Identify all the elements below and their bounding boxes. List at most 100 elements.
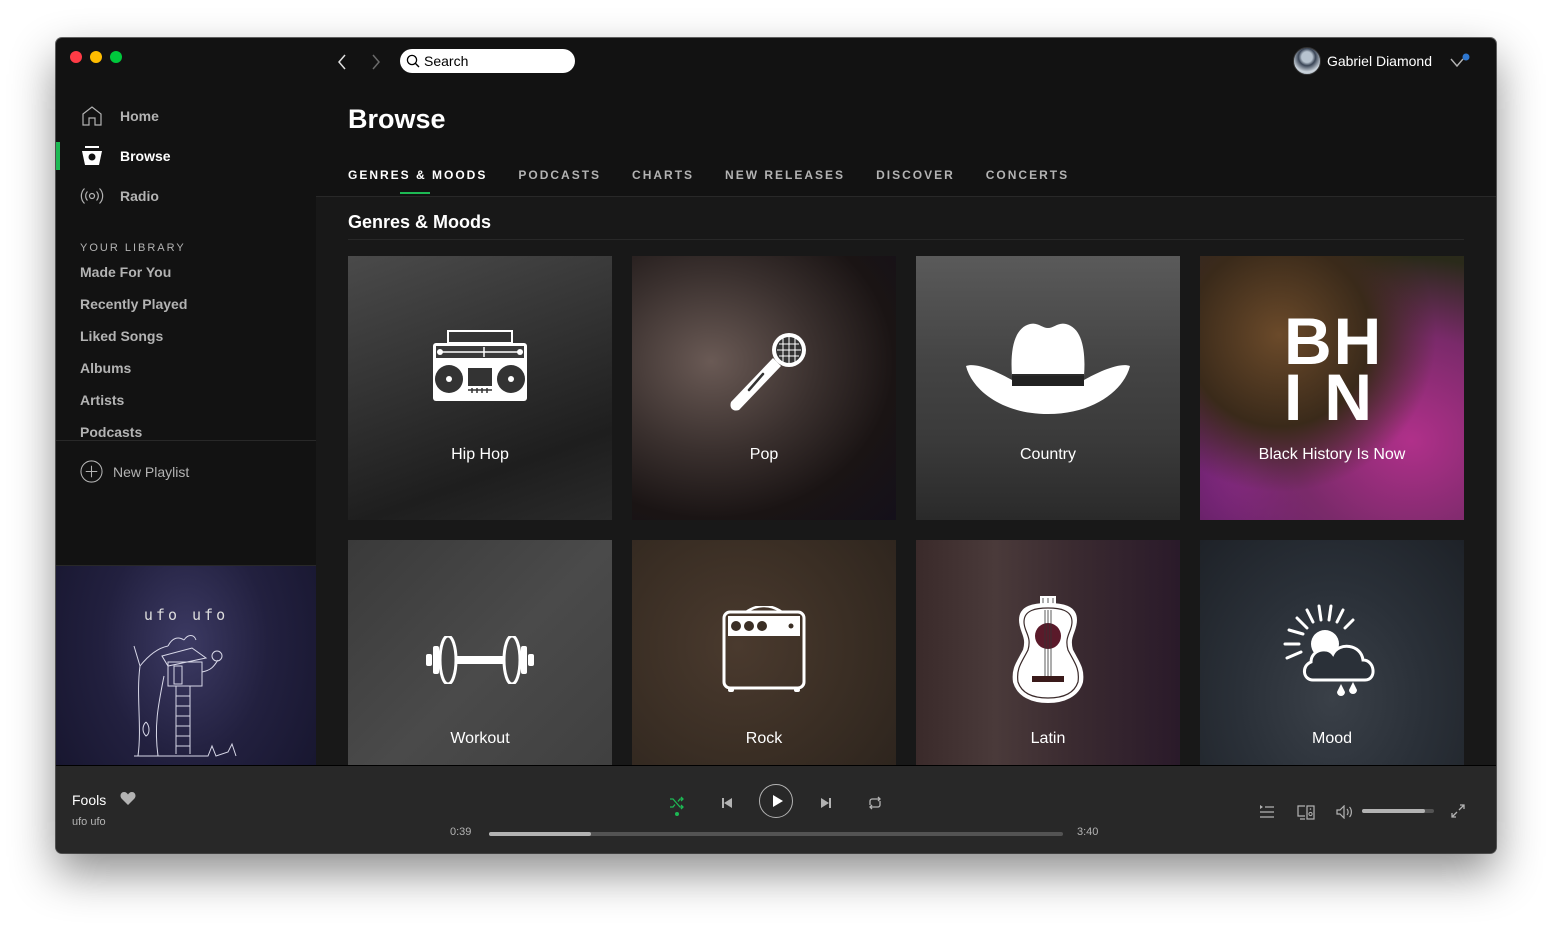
maximize-window-button[interactable] bbox=[110, 51, 122, 63]
main-content: Browse GENRES & MOODS PODCASTS CHARTS NE… bbox=[316, 98, 1496, 804]
track-title[interactable]: Fools bbox=[72, 792, 106, 808]
history-nav bbox=[332, 50, 386, 74]
expand-icon bbox=[1451, 804, 1465, 818]
user-menu[interactable]: Gabriel Diamond bbox=[1292, 47, 1432, 75]
browse-header: Browse GENRES & MOODS PODCASTS CHARTS NE… bbox=[316, 98, 1496, 197]
tab-charts[interactable]: CHARTS bbox=[632, 168, 694, 196]
tab-concerts[interactable]: CONCERTS bbox=[986, 168, 1069, 196]
tab-podcasts[interactable]: PODCASTS bbox=[518, 168, 601, 196]
heart-icon bbox=[120, 792, 136, 805]
chevron-down-icon bbox=[1450, 53, 1470, 68]
genre-name: Hip Hop bbox=[451, 446, 509, 463]
treehouse-illustration bbox=[133, 635, 237, 757]
radio-icon bbox=[80, 188, 104, 204]
back-button[interactable] bbox=[332, 50, 352, 74]
bhin-logo-line-2: IN bbox=[1284, 360, 1380, 422]
library-item-made-for-you[interactable]: Made For You bbox=[80, 264, 171, 280]
sidebar-item-label: Browse bbox=[120, 148, 171, 164]
amplifier-icon bbox=[722, 606, 806, 692]
genre-name: Country bbox=[1019, 446, 1077, 463]
genre-name: Workout bbox=[450, 730, 510, 747]
sidebar-item-label: Radio bbox=[120, 188, 159, 204]
track-artist[interactable]: ufo ufo bbox=[72, 816, 106, 828]
weather-icon bbox=[1283, 604, 1375, 696]
plus-circle-icon bbox=[80, 460, 103, 483]
notification-dot bbox=[1462, 53, 1470, 61]
devices-button[interactable] bbox=[1294, 801, 1318, 823]
previous-button[interactable] bbox=[716, 792, 738, 814]
window-controls bbox=[70, 51, 122, 63]
repeat-icon bbox=[869, 796, 881, 810]
genre-tile-hip-hop[interactable]: Hip Hop bbox=[348, 256, 612, 520]
chevron-right-icon bbox=[372, 54, 380, 70]
devices-icon bbox=[1297, 804, 1315, 820]
cowboy-hat-icon bbox=[966, 323, 1130, 414]
tab-genres-moods[interactable]: GENRES & MOODS bbox=[348, 168, 487, 196]
library-heading: YOUR LIBRARY bbox=[80, 242, 186, 254]
search-input[interactable] bbox=[424, 53, 564, 69]
genre-name: Pop bbox=[749, 446, 779, 463]
user-dropdown-button[interactable] bbox=[1450, 53, 1472, 69]
new-playlist-button[interactable]: New Playlist bbox=[80, 460, 189, 483]
library-item-liked-songs[interactable]: Liked Songs bbox=[80, 328, 163, 344]
library-item-recently-played[interactable]: Recently Played bbox=[80, 296, 187, 312]
spotify-window: Gabriel Diamond Home Browse Radio YOUR L… bbox=[56, 38, 1496, 853]
sidebar-item-label: Home bbox=[120, 108, 159, 124]
new-playlist-label: New Playlist bbox=[113, 463, 190, 480]
volume-fill bbox=[1362, 809, 1426, 813]
total-time: 3:40 bbox=[1077, 826, 1099, 838]
close-window-button[interactable] bbox=[70, 51, 82, 63]
guitar-icon bbox=[1012, 596, 1084, 704]
fullscreen-button[interactable] bbox=[1448, 801, 1468, 821]
sidebar-item-radio[interactable]: Radio bbox=[56, 178, 316, 214]
tab-discover[interactable]: DISCOVER bbox=[876, 168, 955, 196]
shuffle-active-dot bbox=[675, 812, 679, 816]
volume-slider[interactable] bbox=[1362, 809, 1434, 813]
boombox-icon bbox=[433, 330, 527, 401]
forward-button[interactable] bbox=[366, 50, 386, 74]
play-icon bbox=[772, 795, 783, 807]
like-button[interactable] bbox=[120, 792, 136, 811]
queue-icon bbox=[1260, 805, 1274, 818]
avatar bbox=[1292, 47, 1321, 75]
section-title: Genres & Moods bbox=[348, 212, 492, 232]
search-box[interactable] bbox=[400, 49, 575, 73]
library-item-podcasts[interactable]: Podcasts bbox=[80, 424, 142, 440]
progress-fill bbox=[489, 832, 591, 836]
repeat-button[interactable] bbox=[864, 792, 886, 814]
sidebar-item-home[interactable]: Home bbox=[56, 98, 316, 134]
section-divider bbox=[348, 239, 1464, 240]
minimize-window-button[interactable] bbox=[90, 51, 102, 63]
shuffle-button[interactable] bbox=[666, 792, 688, 814]
genre-tile-pop[interactable]: Pop bbox=[632, 256, 896, 520]
play-button[interactable] bbox=[759, 784, 793, 818]
skip-forward-icon bbox=[821, 798, 831, 808]
genre-grid: Hip Hop Pop Country BH IN Black History … bbox=[348, 256, 1464, 804]
genre-tile-country[interactable]: Country bbox=[916, 256, 1180, 520]
genre-name: Mood bbox=[1311, 730, 1353, 747]
player-bar: Fools ufo ufo 0:39 3:40 bbox=[56, 765, 1496, 853]
volume-button[interactable] bbox=[1334, 801, 1356, 823]
volume-icon bbox=[1336, 805, 1352, 819]
browse-tabs: GENRES & MOODS PODCASTS CHARTS NEW RELEA… bbox=[348, 168, 1069, 196]
genre-name: Latin bbox=[1030, 730, 1066, 747]
tab-new-releases[interactable]: NEW RELEASES bbox=[725, 168, 845, 196]
bhin-logo: BH IN bbox=[1284, 312, 1380, 422]
page-title: Browse bbox=[348, 104, 446, 134]
next-button[interactable] bbox=[815, 792, 837, 814]
genre-name: Black History Is Now bbox=[1258, 446, 1406, 463]
home-icon bbox=[82, 106, 102, 126]
library-item-albums[interactable]: Albums bbox=[80, 360, 131, 376]
genre-tile-black-history-is-now[interactable]: BH IN Black History Is Now bbox=[1200, 256, 1464, 520]
elapsed-time: 0:39 bbox=[450, 826, 472, 838]
dumbbell-icon bbox=[426, 636, 534, 684]
sidebar: Home Browse Radio YOUR LIBRARY Made For … bbox=[56, 98, 316, 825]
queue-button[interactable] bbox=[1256, 802, 1278, 822]
genre-name: Rock bbox=[745, 730, 783, 747]
cover-artist-text: ufo ufo bbox=[143, 606, 229, 624]
progress-bar[interactable] bbox=[489, 832, 1063, 836]
chevron-left-icon bbox=[338, 54, 346, 70]
sidebar-item-browse[interactable]: Browse bbox=[56, 138, 316, 174]
library-item-artists[interactable]: Artists bbox=[80, 392, 124, 408]
search-icon bbox=[406, 54, 420, 68]
